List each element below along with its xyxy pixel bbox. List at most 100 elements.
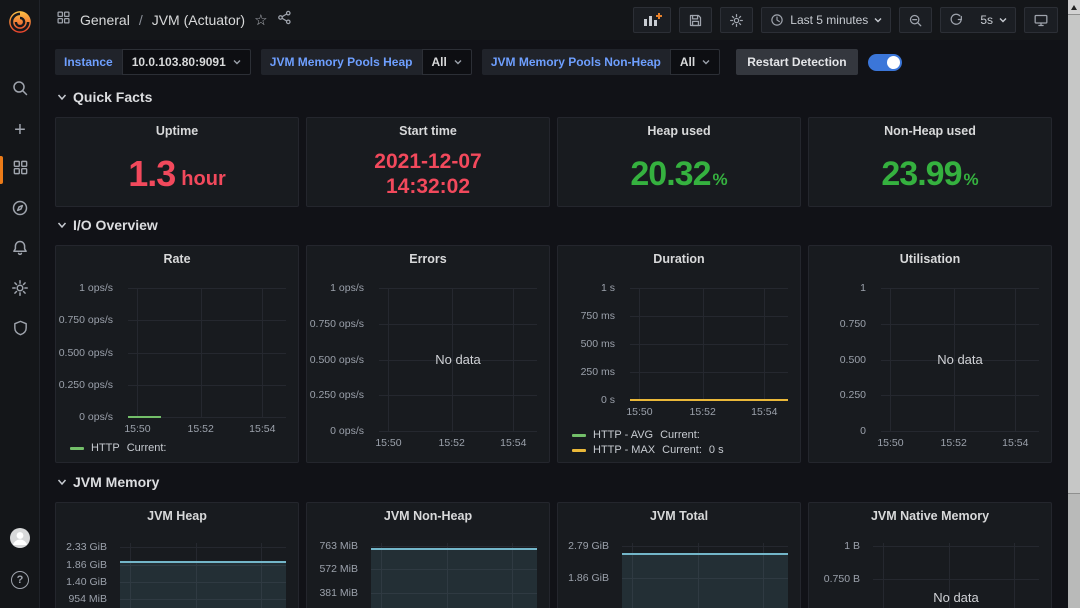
x-axis: 15:50 15:52 15:54	[630, 406, 788, 418]
panel-errors: Errors 1 ops/s 0.750 ops/s 0.500 ops/s 0…	[306, 245, 550, 463]
panel-title[interactable]: Rate	[56, 252, 298, 266]
dashboard-title[interactable]: JVM (Actuator)	[152, 12, 245, 28]
variable-value-dropdown[interactable]: All	[422, 49, 472, 75]
scroll-up-button[interactable]	[1068, 0, 1080, 14]
sidebar-item-profile[interactable]	[0, 520, 40, 560]
panel-uptime: Uptime 1.3hour	[55, 117, 299, 207]
sidebar: + ?	[0, 0, 40, 608]
series-area-fill	[371, 550, 537, 608]
sidebar-item-help[interactable]: ?	[0, 560, 40, 600]
panel-title[interactable]: Heap used	[558, 124, 800, 138]
panel-title[interactable]: Duration	[558, 252, 800, 266]
panel-duration: Duration 1 s 750 ms 500 ms 250 ms 0 s 15…	[557, 245, 801, 463]
y-axis: 763 MiB 572 MiB 381 MiB	[307, 543, 365, 608]
no-data-message: No data	[881, 288, 1039, 431]
vertical-scrollbar[interactable]	[1068, 0, 1080, 608]
panel-utilisation: Utilisation 1 0.750 0.500 0.250 0 No dat…	[808, 245, 1052, 463]
restart-detection-button[interactable]: Restart Detection	[736, 49, 857, 75]
row-header-jvm-memory[interactable]: JVM Memory	[57, 474, 159, 490]
grafana-logo[interactable]	[0, 0, 40, 44]
sidebar-item-search[interactable]	[0, 70, 40, 110]
gear-icon	[729, 13, 744, 28]
help-icon: ?	[11, 571, 29, 589]
variable-value-dropdown[interactable]: 10.0.103.80:9091	[122, 49, 251, 75]
chevron-down-icon	[702, 59, 710, 65]
panel-title[interactable]: JVM Native Memory	[809, 509, 1051, 523]
toolbar: Last 5 minutes 5s	[633, 7, 1058, 33]
stat-value: 1.3hour	[56, 142, 298, 206]
refresh-icon	[949, 13, 964, 28]
breadcrumb: General / JVM (Actuator) ☆	[56, 10, 292, 30]
dashboard-settings-button[interactable]	[720, 7, 753, 33]
legend-item-http-max[interactable]: HTTP - MAX Current: 0 s	[572, 444, 724, 456]
series-heap-line	[120, 561, 286, 563]
save-dashboard-button[interactable]	[679, 7, 712, 33]
breadcrumb-separator: /	[139, 12, 143, 28]
refresh-button[interactable]	[940, 7, 973, 33]
row-header-io-overview[interactable]: I/O Overview	[57, 217, 158, 233]
monitor-icon	[1033, 13, 1049, 28]
clock-icon	[770, 13, 784, 27]
jvm-memory-row: JVM Heap 2.33 GiB 1.86 GiB 1.40 GiB 954 …	[55, 502, 1052, 608]
bell-icon	[11, 239, 29, 262]
row-header-quick-facts[interactable]: Quick Facts	[57, 89, 152, 105]
search-icon	[11, 79, 29, 102]
share-icon[interactable]	[277, 10, 292, 30]
scrollbar-thumb[interactable]	[1068, 14, 1080, 494]
chevron-down-icon	[874, 17, 882, 23]
variable-label[interactable]: Instance	[55, 49, 122, 75]
dashboards-grid-icon	[56, 10, 71, 30]
gear-icon	[11, 279, 29, 302]
panel-title[interactable]: Uptime	[56, 124, 298, 138]
variable-value-dropdown[interactable]: All	[670, 49, 720, 75]
legend-item-http-avg[interactable]: HTTP - AVG Current:	[572, 429, 707, 441]
panel-title[interactable]: Utilisation	[809, 252, 1051, 266]
plus-icon: +	[14, 120, 26, 140]
tv-mode-button[interactable]	[1024, 7, 1058, 33]
zoom-out-button[interactable]	[899, 7, 932, 33]
series-area-fill	[622, 555, 788, 608]
sidebar-item-create[interactable]: +	[0, 110, 40, 150]
plot-area	[630, 288, 788, 400]
arrow-up-icon	[1071, 5, 1077, 10]
panel-title[interactable]: JVM Heap	[56, 509, 298, 523]
refresh-interval-picker[interactable]: 5s	[972, 7, 1016, 33]
shield-icon	[12, 319, 29, 342]
panel-jvm-native-memory: JVM Native Memory 1 B 0.750 B No data	[808, 502, 1052, 608]
sidebar-item-dashboards[interactable]	[0, 150, 40, 190]
y-axis: 1 ops/s 0.750 ops/s 0.500 ops/s 0.250 op…	[56, 288, 120, 417]
panel-title[interactable]: JVM Non-Heap	[307, 509, 549, 523]
y-axis: 1 B 0.750 B	[809, 543, 867, 608]
variable-jvm-memory-pools-non-heap: JVM Memory Pools Non-Heap All	[482, 49, 720, 75]
chevron-down-icon	[233, 59, 241, 65]
chevron-down-icon	[57, 93, 67, 101]
time-range-picker[interactable]: Last 5 minutes	[761, 7, 891, 33]
variable-instance: Instance 10.0.103.80:9091	[55, 49, 251, 75]
restart-detection-toggle[interactable]	[868, 54, 902, 71]
sidebar-item-alerting[interactable]	[0, 230, 40, 270]
x-axis: 15:50 15:52 15:54	[128, 423, 286, 435]
y-axis: 1 s 750 ms 500 ms 250 ms 0 s	[558, 288, 622, 400]
variable-label[interactable]: JVM Memory Pools Heap	[261, 49, 422, 75]
legend-item-http[interactable]: HTTP Current:	[70, 442, 173, 454]
y-axis: 1 ops/s 0.750 ops/s 0.500 ops/s 0.250 op…	[307, 288, 371, 431]
refresh-interval-label: 5s	[980, 13, 993, 27]
sidebar-item-server-admin[interactable]	[0, 310, 40, 350]
add-panel-button[interactable]	[633, 7, 671, 33]
variable-label[interactable]: JVM Memory Pools Non-Heap	[482, 49, 670, 75]
panel-title[interactable]: Errors	[307, 252, 549, 266]
sidebar-item-configuration[interactable]	[0, 270, 40, 310]
panel-title[interactable]: JVM Total	[558, 509, 800, 523]
avatar	[8, 526, 32, 555]
panel-title[interactable]: Start time	[307, 124, 549, 138]
template-variables-row: Instance 10.0.103.80:9091 JVM Memory Poo…	[55, 46, 1052, 78]
panel-title[interactable]: Non-Heap used	[809, 124, 1051, 138]
variable-jvm-memory-pools-heap: JVM Memory Pools Heap All	[261, 49, 472, 75]
time-range-label: Last 5 minutes	[790, 13, 868, 27]
sidebar-item-explore[interactable]	[0, 190, 40, 230]
breadcrumb-section[interactable]: General	[80, 12, 130, 28]
panel-rate: Rate 1 ops/s 0.750 ops/s 0.500 ops/s 0.2…	[55, 245, 299, 463]
star-icon[interactable]: ☆	[254, 11, 267, 29]
panel-jvm-non-heap: JVM Non-Heap 763 MiB 572 MiB 381 MiB	[306, 502, 550, 608]
plus-icon	[656, 13, 662, 19]
